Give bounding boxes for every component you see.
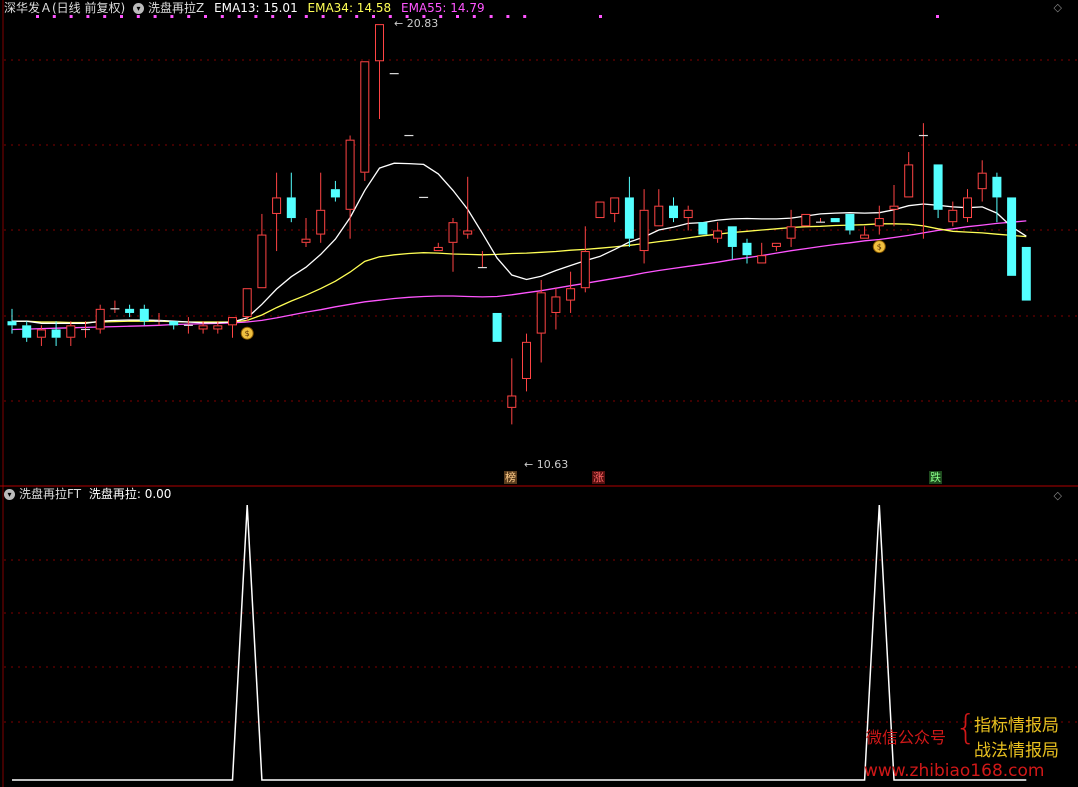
watermark-line1: 指标情报局 bbox=[974, 716, 1059, 736]
candle-body bbox=[22, 325, 32, 338]
candle-body bbox=[933, 164, 943, 210]
candle-body bbox=[669, 205, 678, 219]
candle-body bbox=[7, 321, 17, 326]
sub-diamond-icon[interactable]: ◇ bbox=[1054, 488, 1062, 504]
candle-body bbox=[845, 213, 855, 231]
watermark-line2: 战法情报局 bbox=[974, 741, 1059, 761]
ema55-line bbox=[11, 220, 1027, 331]
candle-body bbox=[786, 226, 796, 239]
high-price-label: ← 20.83 bbox=[394, 17, 439, 30]
top-dot bbox=[489, 15, 493, 18]
top-dot bbox=[936, 15, 939, 18]
candle-body bbox=[610, 197, 620, 214]
candle-body bbox=[522, 341, 531, 379]
stock-title[interactable]: 深华发Ａ(日线 前复权) bbox=[4, 1, 125, 15]
main-header: 深华发Ａ(日线 前复权) ▾ 洗盘再拉Z EMA13: 15.01 EMA34: … bbox=[4, 0, 485, 16]
top-dot bbox=[599, 15, 602, 18]
candle-body bbox=[963, 197, 972, 219]
candle-body bbox=[51, 329, 61, 338]
candle-body bbox=[66, 325, 76, 338]
candle-body bbox=[448, 222, 458, 243]
candle-body bbox=[698, 222, 708, 235]
watermark-url: www.zhibiao168.com bbox=[864, 761, 1045, 781]
candle-body bbox=[830, 218, 840, 223]
candle-body bbox=[492, 312, 502, 342]
tag-bang[interactable]: 榜 bbox=[504, 471, 517, 484]
candle-body bbox=[639, 209, 649, 252]
candle-body bbox=[95, 308, 105, 330]
sub-header: ▾ 洗盘再拉FT 洗盘再拉: 0.00 bbox=[4, 486, 171, 502]
candle-body bbox=[228, 317, 237, 326]
candle-body bbox=[316, 209, 326, 235]
candle-body bbox=[257, 234, 267, 289]
candle-body bbox=[624, 197, 634, 239]
indicator-name[interactable]: 洗盘再拉Z bbox=[148, 1, 204, 15]
candle-body bbox=[139, 308, 149, 322]
candle-body bbox=[580, 251, 590, 289]
candle-body bbox=[904, 164, 914, 198]
candle-body bbox=[36, 329, 46, 338]
candle-body bbox=[536, 292, 546, 334]
candle-body bbox=[198, 325, 208, 330]
candle-body bbox=[771, 242, 781, 247]
stock-chart-window: $ $ 深华发Ａ(日线 前复权) ▾ 洗盘再拉Z EMA13: 15.01 EMA3… bbox=[0, 0, 1078, 787]
candle-body bbox=[213, 325, 223, 330]
high-price-value: 20.83 bbox=[406, 17, 439, 30]
candle-body bbox=[683, 209, 693, 219]
candle-body bbox=[727, 226, 737, 247]
ema34-line bbox=[12, 223, 1027, 324]
candle-body bbox=[757, 255, 767, 264]
candle-body bbox=[874, 218, 884, 227]
ema55-value: EMA55: 14.79 bbox=[400, 1, 485, 15]
tag-zhang[interactable]: 涨 bbox=[592, 471, 605, 484]
low-price-label: ← 10.63 bbox=[524, 458, 569, 471]
candle-body bbox=[992, 176, 1002, 198]
candle-body bbox=[1007, 197, 1017, 276]
candle-body bbox=[375, 24, 384, 62]
candle-body bbox=[977, 172, 987, 190]
money-bag-symbol: $ bbox=[877, 243, 882, 252]
candle-body bbox=[889, 205, 899, 210]
sub-indicator-value: 洗盘再拉: 0.00 bbox=[88, 487, 172, 501]
low-price-value: 10.63 bbox=[536, 458, 569, 471]
candle-body bbox=[301, 238, 311, 243]
candle-body bbox=[801, 213, 811, 227]
candle-body bbox=[860, 234, 870, 239]
ema34-value: EMA34: 14.58 bbox=[307, 1, 392, 15]
candle-body bbox=[242, 288, 252, 318]
candle-body bbox=[272, 197, 282, 214]
candle-body bbox=[713, 230, 723, 239]
top-dot bbox=[506, 15, 510, 18]
candle-body bbox=[551, 296, 561, 313]
candle-body bbox=[433, 246, 443, 252]
candle-body bbox=[169, 321, 179, 326]
candle-body bbox=[742, 242, 752, 256]
candle-body bbox=[286, 197, 296, 219]
candle-body bbox=[330, 189, 340, 198]
candle-body bbox=[507, 395, 517, 408]
indicator-toggle-icon[interactable]: ▾ bbox=[133, 3, 145, 14]
candle-body bbox=[360, 61, 370, 173]
candle-body bbox=[566, 288, 576, 301]
candle-body bbox=[654, 205, 664, 227]
sub-indicator-name[interactable]: 洗盘再拉FT bbox=[19, 487, 81, 501]
candle-body bbox=[345, 139, 355, 210]
diamond-icon[interactable]: ◇ bbox=[1054, 0, 1062, 16]
candle-body bbox=[463, 230, 473, 235]
sub-indicator-toggle-icon[interactable]: ▾ bbox=[4, 489, 15, 500]
candle-body bbox=[595, 201, 605, 219]
chart-canvas[interactable]: $$ bbox=[0, 0, 1078, 787]
ema13-value: EMA13: 15.01 bbox=[214, 1, 298, 15]
top-dot bbox=[523, 15, 527, 18]
candle-body bbox=[1021, 246, 1031, 301]
candle-body bbox=[948, 209, 958, 223]
tag-die[interactable]: 跌 bbox=[929, 471, 942, 484]
watermark-wechat: 微信公众号 bbox=[866, 728, 947, 747]
candle-body bbox=[125, 308, 135, 313]
money-bag-symbol: $ bbox=[245, 329, 250, 338]
